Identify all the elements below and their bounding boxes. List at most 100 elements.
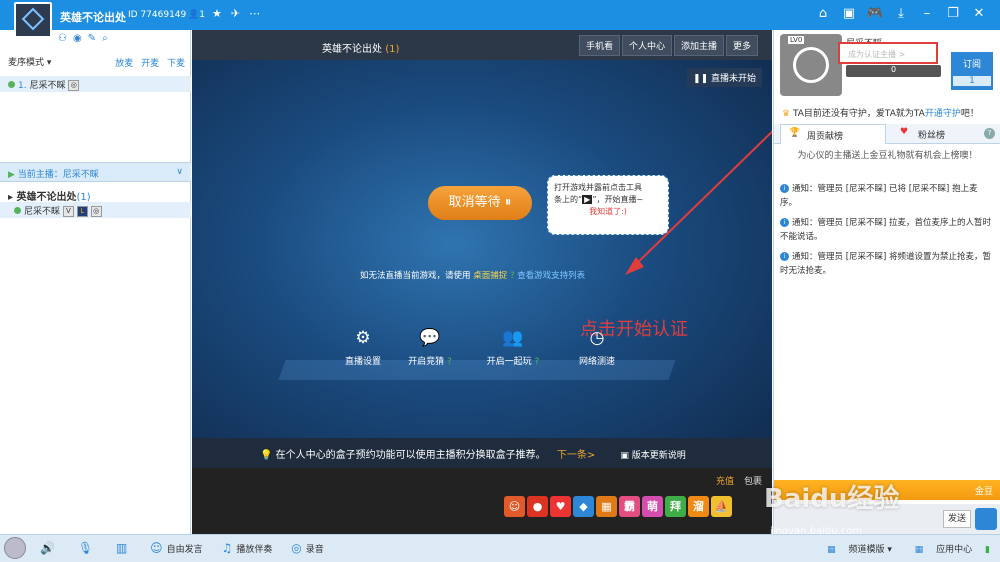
- apple-icon[interactable]: ●: [527, 496, 548, 517]
- play-music-button[interactable]: ♫ 播放伴奏: [222, 541, 273, 555]
- info-icon: i: [780, 218, 789, 227]
- user-avatar[interactable]: [4, 537, 26, 559]
- leave-mic-button[interactable]: 下麦: [167, 59, 185, 69]
- quiz-tool[interactable]: 💬 开启竞猜 ?: [390, 328, 470, 367]
- minimize-icon[interactable]: –: [914, 6, 940, 21]
- help-icon[interactable]: ?: [984, 128, 995, 139]
- box-icon[interactable]: ▦: [596, 496, 617, 517]
- next-tip-link[interactable]: 下一条>: [557, 450, 595, 461]
- gift-bai[interactable]: 拜: [665, 496, 686, 517]
- diamond-icon[interactable]: ◆: [573, 496, 594, 517]
- speed-test-tool[interactable]: ◷ 网络测速: [557, 328, 637, 367]
- user-count: 👤1: [188, 10, 205, 20]
- signal-icon: ▮: [985, 545, 990, 555]
- chat-icon: 💬: [419, 328, 441, 348]
- right-panel: LV0 尼采不睬 成为认证主播 > 0 订阅1 ♛ TA目前还没有守护，爱TA就…: [773, 30, 1000, 534]
- tip-line2: 条上的“ ▶ ”，开始直播~: [554, 195, 644, 204]
- current-host-bar[interactable]: ▶ 当前主播：尼采不睬 ∨: [0, 162, 191, 182]
- gift-bar: ☺ ● ♥ ◆ ▦ 霸萌拜溜 ⛵: [504, 496, 734, 517]
- mic-mode-select[interactable]: 麦序模式: [8, 58, 44, 68]
- bulb-icon: 💡: [260, 450, 273, 461]
- location-icon: ◉: [72, 33, 88, 44]
- verify-host-link[interactable]: 成为认证主播 >: [838, 42, 938, 64]
- ship-icon[interactable]: ⛵: [711, 496, 732, 517]
- send-button[interactable]: 发送: [943, 510, 971, 528]
- queue-name: 尼采不睬: [29, 81, 66, 91]
- level-badge: LV0: [788, 36, 805, 44]
- fans-progress: 0: [846, 65, 941, 77]
- more-button[interactable]: 更多: [725, 35, 758, 56]
- close-icon[interactable]: ✕: [966, 6, 992, 21]
- channel-row[interactable]: ▸ 英雄不论出处(1): [8, 188, 91, 203]
- info-icon: i: [780, 184, 789, 193]
- tab-weekly-rank[interactable]: 🏆 周贡献榜: [780, 124, 886, 144]
- plane-icon: ✈: [230, 7, 250, 20]
- game-support-list-link[interactable]: 查看游戏支持列表: [517, 271, 585, 281]
- star-icon: ★: [212, 7, 231, 20]
- tip-text: 在个人中心的盒子预约功能可以使用主播积分换取盒子推荐。: [275, 450, 546, 461]
- play-together-tool[interactable]: 👥 开启一起玩 ?: [473, 328, 553, 367]
- current-host: 当前主播：尼采不睬: [17, 170, 99, 180]
- gift-icon[interactable]: ☺: [504, 496, 525, 517]
- mobile-view-button[interactable]: 手机看: [578, 35, 620, 56]
- mic-queue-item[interactable]: 1. 尼采不睬 ◎: [0, 76, 191, 92]
- level-badge-icon: L: [76, 206, 88, 217]
- emoji-icon[interactable]: [975, 508, 997, 530]
- gift-ba[interactable]: 霸: [619, 496, 640, 517]
- guard-badge-icon: ♛: [782, 109, 791, 119]
- pause-icon: ⏸: [504, 195, 512, 210]
- gift-meng[interactable]: 萌: [642, 496, 663, 517]
- edit-icon: ✎: [87, 33, 103, 44]
- heart-icon[interactable]: ♥: [550, 496, 571, 517]
- panel-icon[interactable]: ▣: [836, 6, 862, 21]
- share-icon: ⋯: [249, 7, 270, 20]
- stream-stage: ❚❚ 直播未开始 取消等待 ⏸ 打开游戏并露前点击工具 条上的“ ▶ ”，开始直播~…: [192, 60, 772, 468]
- add-host-button[interactable]: 添加主播: [673, 35, 724, 56]
- subscribe-button[interactable]: 订阅 1: [951, 52, 993, 90]
- title-icons[interactable]: ★✈⋯: [212, 7, 269, 20]
- app-window: 英雄不论出处 ID 77469149 👤1 ★✈⋯ ⌂ ▣ 🎮 ⤓ – ❐ ✕ ⚇◉✎⌕ 麦…: [0, 0, 1000, 562]
- package-link[interactable]: 包裹: [744, 474, 762, 487]
- clock-icon: ◷: [589, 328, 605, 348]
- chevron-down-icon: ∨: [176, 167, 183, 177]
- personal-center-button[interactable]: 个人中心: [621, 35, 672, 56]
- status-dot: [14, 207, 21, 214]
- member-row[interactable]: 尼采不睬 V L ◎: [0, 202, 191, 218]
- free-speech-button[interactable]: ☺ 自由发言: [150, 541, 203, 555]
- member-name: 尼采不睬: [24, 207, 61, 217]
- heart-icon: ♥: [900, 127, 909, 137]
- guard-line: ♛ TA目前还没有守护，爱TA就为TA开通守护吧！: [782, 109, 979, 119]
- left-panel: ⚇◉✎⌕ 麦序模式 ▾ 放麦 开麦 下麦 1. 尼采不睬 ◎ ▶ 当前主播：尼采…: [0, 30, 191, 534]
- channel-template-button[interactable]: ▦ 频道模版 ▾: [817, 545, 892, 555]
- tip-bar: 💡 在个人中心的盒子预约功能可以使用主播积分换取盒子推荐。 下一条> ▣ 版本更…: [192, 438, 772, 468]
- record-button[interactable]: ◎ 录音: [291, 541, 324, 555]
- home-icon[interactable]: ⌂: [810, 6, 836, 21]
- notice-item: i 通知：管理员 [尼采不睬] 已将 [尼采不睬] 抱上麦序。: [780, 184, 978, 208]
- tip-ok-link[interactable]: 我知道了:): [554, 206, 662, 218]
- restore-icon[interactable]: ❐: [940, 6, 966, 21]
- cancel-wait-button[interactable]: 取消等待 ⏸: [428, 186, 532, 220]
- play-icon: [793, 47, 829, 83]
- left-toolbar[interactable]: ⚇◉✎⌕: [58, 33, 114, 44]
- app-center-button[interactable]: ▦ 应用中心: [905, 545, 972, 555]
- comment-icon: ▣: [620, 451, 629, 461]
- avatar[interactable]: LV0: [780, 34, 842, 96]
- gift-area: 充值 包裹 ☺ ● ♥ ◆ ▦ 霸萌拜溜 ⛵: [192, 468, 772, 534]
- update-notes-link[interactable]: ▣ 版本更新说明: [620, 451, 685, 461]
- mic-badge-icon: ◎: [68, 80, 80, 91]
- gamepad-icon[interactable]: 🎮: [862, 6, 888, 21]
- recharge-link[interactable]: 充值: [716, 474, 734, 487]
- download-icon[interactable]: ⤓: [888, 6, 914, 21]
- red-arrow: [625, 130, 772, 275]
- desktop-capture-link[interactable]: 桌面捕捉: [473, 271, 507, 281]
- mic-icon[interactable]: 🎙: [78, 541, 97, 555]
- equalizer-icon[interactable]: ▥: [116, 541, 131, 555]
- release-mic-button[interactable]: 放麦: [115, 59, 133, 69]
- open-guard-link[interactable]: 开通守护: [925, 109, 961, 119]
- open-mic-button[interactable]: 开麦: [141, 59, 159, 69]
- vip-badge-icon: V: [62, 206, 74, 217]
- tab-fans-rank[interactable]: ♥ 粉丝榜: [892, 124, 976, 144]
- speaker-icon[interactable]: 🔊: [40, 541, 59, 555]
- window-controls: ⌂ ▣ 🎮 ⤓ – ❐ ✕: [810, 6, 992, 21]
- gift-liu[interactable]: 溜: [688, 496, 709, 517]
